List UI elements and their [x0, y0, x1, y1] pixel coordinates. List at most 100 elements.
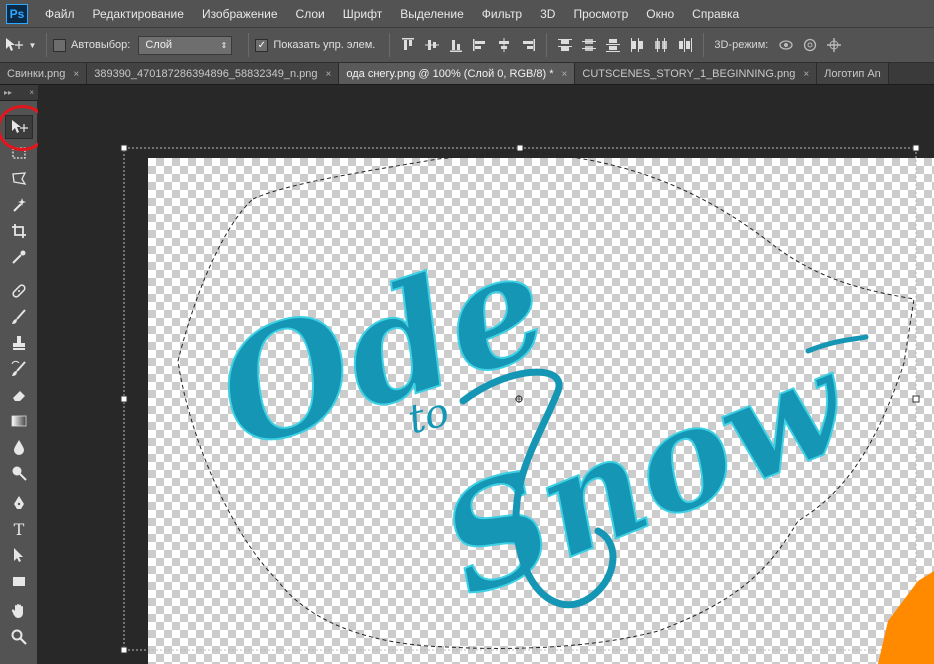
menu-edit[interactable]: Редактирование — [84, 0, 193, 28]
show-transform-checkbox[interactable]: ✓ — [255, 38, 269, 52]
collapse-panel-icon[interactable]: ▸▸ — [4, 88, 12, 97]
align-bottom-icon — [450, 40, 463, 52]
3d-roll-icon — [804, 38, 817, 52]
options-divider — [46, 33, 47, 57]
menu-help[interactable]: Справка — [683, 0, 748, 28]
mode-3d-label: 3D-режим: — [714, 39, 769, 51]
tab-label: ода снегу.png @ 100% (Слой 0, RGB/8) * — [346, 68, 554, 80]
tools-panel: T — [0, 101, 38, 664]
close-icon[interactable]: × — [562, 69, 568, 80]
pen-icon — [14, 496, 24, 509]
crop-tool-button[interactable] — [5, 219, 33, 243]
menu-window[interactable]: Окно — [637, 0, 683, 28]
auto-select-target-dropdown[interactable]: Слой ⇕ — [138, 35, 233, 55]
document-workspace[interactable]: Ode to Snow — [38, 101, 934, 664]
canvas-overlay: Ode to Snow — [120, 144, 934, 664]
transform-handle[interactable] — [120, 395, 128, 403]
menu-type[interactable]: Шрифт — [334, 0, 391, 28]
align-left-button[interactable] — [469, 34, 491, 56]
blur-tool-button[interactable] — [5, 435, 33, 459]
distribute-vcenter-button[interactable] — [578, 34, 600, 56]
path-selection-tool-button[interactable] — [5, 543, 33, 567]
align-vcenter-button[interactable] — [421, 34, 443, 56]
transform-handle[interactable] — [120, 144, 128, 152]
auto-select-target-value: Слой — [145, 39, 173, 51]
tab-cutscenes[interactable]: CUTSCENES_STORY_1_BEGINNING.png × — [575, 63, 818, 84]
align-right-button[interactable] — [517, 34, 539, 56]
history-brush-icon — [11, 360, 26, 376]
3d-roll-button[interactable] — [799, 34, 821, 56]
eyedropper-tool-button[interactable] — [5, 245, 33, 269]
transform-handle[interactable] — [912, 144, 920, 152]
zoom-tool-button[interactable] — [5, 625, 33, 649]
brush-icon — [12, 309, 26, 324]
chevron-down-icon: ▼ — [28, 40, 37, 50]
close-icon[interactable]: × — [29, 88, 34, 97]
tab-389390[interactable]: 389390_470187286394896_58832349_n.png × — [87, 63, 340, 84]
menu-filter[interactable]: Фильтр — [473, 0, 531, 28]
menu-image[interactable]: Изображение — [193, 0, 287, 28]
tab-label: 389390_470187286394896_58832349_n.png — [94, 68, 318, 80]
photoshop-logo: Ps — [6, 3, 28, 24]
tab-logotip[interactable]: Логотип An — [817, 63, 889, 84]
auto-select-label: Автовыбор: — [71, 39, 131, 51]
drop-icon — [14, 440, 24, 455]
lasso-tool-button[interactable] — [5, 167, 33, 191]
3d-rotate-button[interactable] — [775, 34, 797, 56]
eraser-tool-button[interactable] — [5, 383, 33, 407]
lasso-icon — [12, 172, 27, 185]
tab-oda-snegu[interactable]: ода снегу.png @ 100% (Слой 0, RGB/8) * × — [339, 63, 576, 84]
pen-tool-button[interactable] — [5, 491, 33, 515]
menu-view[interactable]: Просмотр — [564, 0, 637, 28]
distribute-top-button[interactable] — [554, 34, 576, 56]
options-divider — [546, 33, 548, 57]
clone-stamp-tool-button[interactable] — [5, 331, 33, 355]
menu-3d[interactable]: 3D — [531, 0, 564, 28]
distribute-vcenter-icon — [582, 39, 597, 51]
align-top-icon — [402, 38, 415, 50]
healing-tool-button[interactable] — [5, 279, 33, 303]
auto-select-checkbox[interactable] — [53, 38, 66, 52]
tab-label: CUTSCENES_STORY_1_BEGINNING.png — [582, 68, 796, 80]
dodge-tool-button[interactable] — [5, 461, 33, 485]
close-icon[interactable]: × — [803, 69, 809, 80]
crop-icon — [12, 224, 26, 238]
distribute-hcenter-icon — [655, 38, 668, 52]
distribute-left-button[interactable] — [626, 34, 648, 56]
distribute-bottom-button[interactable] — [602, 34, 624, 56]
distribute-bottom-icon — [606, 39, 621, 52]
align-hcenter-button[interactable] — [493, 34, 515, 56]
menu-layers[interactable]: Слои — [287, 0, 334, 28]
distribute-right-button[interactable] — [674, 34, 696, 56]
brush-tool-button[interactable] — [5, 305, 33, 329]
align-bottom-button[interactable] — [445, 34, 467, 56]
close-icon[interactable]: × — [326, 69, 332, 80]
transform-handle[interactable] — [516, 144, 524, 152]
tab-svinki[interactable]: Свинки.png × — [0, 63, 88, 84]
document-tab-bar: Свинки.png × 389390_470187286394896_5883… — [0, 63, 934, 85]
magic-wand-tool-button[interactable] — [5, 193, 33, 217]
menu-select[interactable]: Выделение — [391, 0, 473, 28]
options-divider — [389, 33, 391, 57]
tool-preset-picker[interactable]: ▼ — [0, 32, 40, 58]
rectangle-tool-button[interactable] — [5, 569, 33, 593]
gradient-tool-button[interactable] — [5, 409, 33, 433]
align-top-button[interactable] — [397, 34, 419, 56]
3d-pan-button[interactable] — [823, 34, 845, 56]
3d-rotate-icon — [779, 40, 793, 50]
hand-tool-button[interactable] — [5, 599, 33, 623]
menu-bar: Ps Файл Редактирование Изображение Слои … — [0, 0, 934, 28]
close-icon[interactable]: × — [73, 69, 79, 80]
transform-handle[interactable] — [120, 646, 128, 654]
type-tool-button[interactable]: T — [5, 517, 33, 541]
distribute-hcenter-button[interactable] — [650, 34, 672, 56]
bandage-icon — [12, 284, 26, 298]
transform-handle[interactable] — [912, 395, 920, 403]
tab-label: Свинки.png — [7, 68, 66, 80]
history-brush-tool-button[interactable] — [5, 357, 33, 381]
tools-panel-header: ▸▸ × — [0, 85, 38, 101]
menu-file[interactable]: Файл — [36, 0, 84, 28]
arrow-cursor-icon — [14, 548, 23, 562]
distribute-right-icon — [679, 38, 693, 52]
dodge-icon — [12, 466, 27, 481]
